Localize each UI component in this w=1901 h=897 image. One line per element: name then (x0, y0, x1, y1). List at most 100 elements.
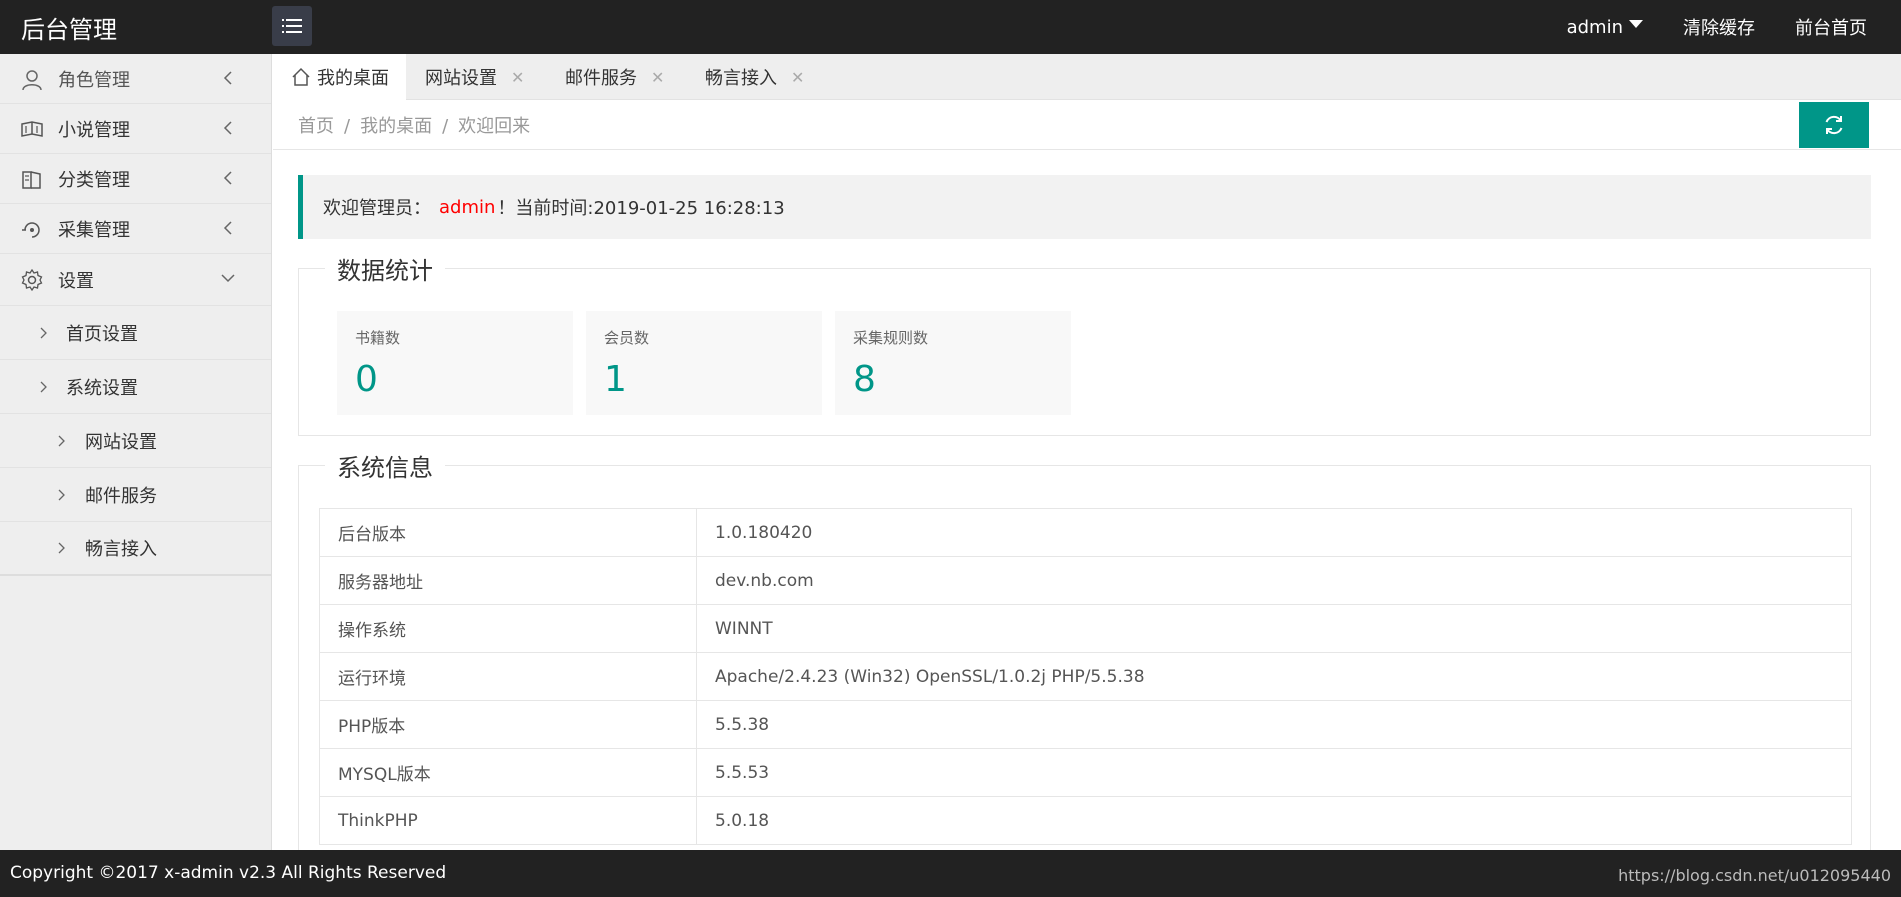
stat-value: 1 (604, 359, 627, 400)
stats-section: 数据统计 书籍数 0 会员数 1 采集规则数 8 (298, 251, 1871, 436)
sysinfo-key: ThinkPHP (319, 796, 697, 845)
breadcrumb-current: 欢迎回来 (458, 116, 531, 137)
collect-icon (22, 222, 40, 238)
sidebar-sub-label: 首页设置 (66, 323, 138, 345)
sidebar: 角色管理 小说管理 分类管理 采集管理 设置 首页设置 系统设置 网站设置 邮件… (0, 54, 272, 850)
sidebar-sub-label: 网站设置 (85, 431, 157, 453)
breadcrumb-desktop[interactable]: 我的桌面 (360, 116, 432, 137)
sysinfo-key: 服务器地址 (319, 556, 697, 605)
sysinfo-key: 操作系统 (319, 604, 697, 653)
stat-card-members[interactable]: 会员数 1 (586, 311, 822, 415)
sysinfo-table: 后台版本 1.0.180420 服务器地址 dev.nb.com 操作系统 WINNT 运行… (319, 508, 1852, 845)
chevron-left-icon (223, 221, 232, 235)
menu-toggle-button[interactable] (272, 6, 312, 46)
sidebar-sub-mail-service[interactable]: 邮件服务 (0, 468, 271, 522)
sysinfo-value: WINNT (696, 604, 1852, 653)
user-menu[interactable]: admin (1567, 17, 1643, 38)
breadcrumb-sep: / (344, 116, 351, 137)
table-row: 运行环境 Apache/2.4.23 (Win32) OpenSSL/1.0.2j… (319, 652, 1852, 701)
sidebar-sub-home-settings[interactable]: 首页设置 (0, 306, 271, 360)
breadcrumb-bar: 首页 / 我的桌面 / 欢迎回来 (273, 100, 1901, 150)
sidebar-item-collect[interactable]: 采集管理 (0, 204, 271, 254)
sidebar-item-label: 采集管理 (58, 219, 130, 241)
front-home-link[interactable]: 前台首页 (1795, 14, 1867, 40)
table-row: 操作系统 WINNT (319, 604, 1852, 653)
chevron-right-icon (40, 381, 47, 392)
breadcrumb-sep: / (442, 116, 449, 137)
table-row: 服务器地址 dev.nb.com (319, 556, 1852, 605)
stat-card-books[interactable]: 书籍数 0 (337, 311, 573, 415)
chevron-left-icon (223, 71, 232, 85)
breadcrumb: 首页 / 我的桌面 / 欢迎回来 (298, 112, 530, 138)
stats-title: 数据统计 (325, 251, 445, 286)
stat-label: 采集规则数 (853, 329, 929, 347)
sidebar-sub-label: 系统设置 (66, 377, 138, 399)
welcome-banner: 欢迎管理员： admin ！当前时间:2019-01-25 16:28:13 (298, 175, 1871, 239)
chevron-left-icon (223, 121, 232, 135)
breadcrumb-home[interactable]: 首页 (298, 116, 334, 137)
sidebar-item-role[interactable]: 角色管理 (0, 54, 271, 104)
sysinfo-value: dev.nb.com (696, 556, 1852, 605)
main-content: 欢迎管理员： admin ！当前时间:2019-01-25 16:28:13 数据统… (273, 150, 1901, 850)
footer-copyright: Copyright ©2017 x-admin v2.3 All Rights … (10, 863, 447, 883)
stat-value: 0 (355, 359, 378, 400)
list-icon (282, 19, 302, 33)
sidebar-sub-system-settings[interactable]: 系统设置 (0, 360, 271, 414)
header-nav: admin 清除缓存 前台首页 (1567, 0, 1901, 54)
sidebar-sub-site-settings[interactable]: 网站设置 (0, 414, 271, 468)
sidebar-item-label: 设置 (58, 270, 94, 292)
tab-my-desktop[interactable]: 我的桌面 (273, 54, 406, 100)
sysinfo-value: 5.0.18 (696, 796, 1852, 845)
book-icon (21, 121, 43, 137)
close-icon[interactable]: ✕ (651, 68, 664, 87)
sidebar-item-novel[interactable]: 小说管理 (0, 104, 271, 154)
table-row: ThinkPHP 5.0.18 (319, 796, 1852, 845)
stat-label: 书籍数 (355, 329, 401, 347)
sysinfo-value: Apache/2.4.23 (Win32) OpenSSL/1.0.2j PHP… (696, 652, 1852, 701)
table-row: MYSQL版本 5.5.53 (319, 748, 1852, 797)
app-logo[interactable]: 后台管理 (21, 10, 117, 45)
sidebar-sub-changyan[interactable]: 畅言接入 (0, 522, 271, 576)
chevron-down-icon (221, 274, 235, 283)
refresh-icon (1825, 115, 1843, 135)
tab-bar: 我的桌面 网站设置 ✕ 邮件服务 ✕ 畅言接入 ✕ (273, 54, 1901, 100)
chevron-right-icon (58, 542, 65, 554)
sidebar-item-settings[interactable]: 设置 (0, 254, 271, 306)
chevron-right-icon (58, 489, 65, 500)
top-header: 后台管理 admin 清除缓存 前台首页 (0, 0, 1901, 54)
refresh-button[interactable] (1799, 102, 1869, 148)
caret-down-icon (1629, 20, 1643, 28)
sidebar-item-label: 角色管理 (58, 69, 130, 91)
close-icon[interactable]: ✕ (511, 68, 524, 87)
tab-mail-service[interactable]: 邮件服务 ✕ (565, 54, 664, 100)
clear-cache-link[interactable]: 清除缓存 (1683, 14, 1755, 40)
sysinfo-title: 系统信息 (325, 448, 445, 483)
welcome-suffix: ！当前时间:2019-01-25 16:28:13 (497, 198, 785, 219)
table-row: PHP版本 5.5.38 (319, 700, 1852, 749)
sysinfo-key: MYSQL版本 (319, 748, 697, 797)
sysinfo-value: 1.0.180420 (696, 508, 1852, 557)
close-icon[interactable]: ✕ (791, 68, 804, 87)
home-icon (292, 67, 310, 86)
chevron-left-icon (223, 171, 232, 185)
stat-card-rules[interactable]: 采集规则数 8 (835, 311, 1071, 415)
sysinfo-value: 5.5.38 (696, 700, 1852, 749)
user-icon (22, 70, 42, 91)
welcome-prefix: 欢迎管理员： (323, 198, 431, 219)
tab-label: 畅言接入 (705, 68, 777, 89)
chevron-right-icon (40, 327, 47, 338)
sysinfo-key: 后台版本 (319, 508, 697, 557)
tab-site-settings[interactable]: 网站设置 ✕ (425, 54, 524, 100)
sysinfo-value: 5.5.53 (696, 748, 1852, 797)
sysinfo-key: PHP版本 (319, 700, 697, 749)
sidebar-sub-label: 邮件服务 (85, 485, 157, 507)
footer: Copyright ©2017 x-admin v2.3 All Rights … (0, 850, 1901, 897)
tab-changyan[interactable]: 畅言接入 ✕ (705, 54, 804, 100)
stat-value: 8 (853, 359, 876, 400)
tab-label: 网站设置 (425, 68, 497, 89)
chevron-right-icon (58, 435, 65, 446)
sidebar-item-category[interactable]: 分类管理 (0, 154, 271, 204)
tab-label: 我的桌面 (317, 68, 389, 89)
sidebar-item-label: 小说管理 (58, 119, 130, 141)
sidebar-item-label: 分类管理 (58, 169, 130, 191)
